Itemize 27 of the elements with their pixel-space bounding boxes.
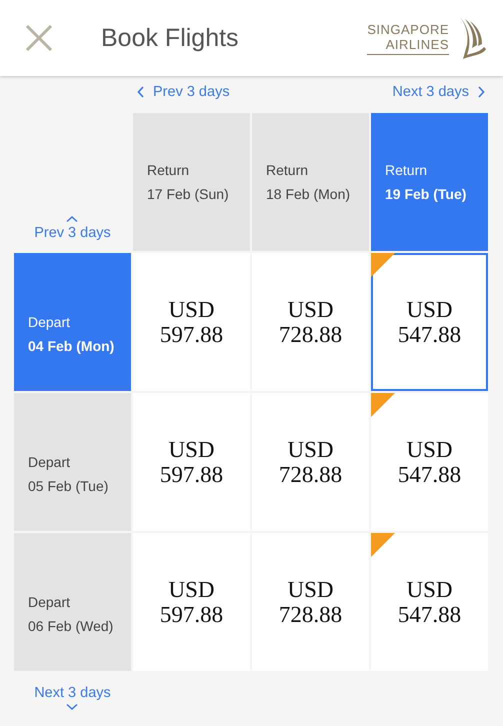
- fare-cell[interactable]: USD 728.88: [252, 533, 369, 671]
- fare-cell[interactable]: USD 728.88: [252, 253, 369, 391]
- next-depart-days-link[interactable]: Next 3 days: [34, 685, 111, 711]
- fare-cell[interactable]: USD 597.88: [133, 393, 250, 531]
- fare-cell[interactable]: USD 547.88: [371, 253, 488, 391]
- return-date-header[interactable]: Return 19 Feb (Tue): [371, 113, 488, 251]
- fare-cell[interactable]: USD 547.88: [371, 533, 488, 671]
- prev-depart-days-link[interactable]: Prev 3 days: [34, 215, 111, 241]
- page-title: Book Flights: [101, 24, 240, 52]
- return-date-header[interactable]: Return 17 Feb (Sun): [133, 113, 250, 251]
- chevron-up-icon: [66, 215, 78, 223]
- fare-cell[interactable]: USD 728.88: [252, 393, 369, 531]
- airline-logo-text: SINGAPORE AIRLINES: [367, 22, 449, 54]
- chevron-down-icon: [66, 703, 78, 711]
- close-button[interactable]: [25, 24, 53, 52]
- fare-cell[interactable]: USD 597.88: [133, 533, 250, 671]
- chevron-left-icon: [137, 86, 145, 98]
- fare-cell[interactable]: USD 597.88: [133, 253, 250, 391]
- depart-date-header[interactable]: Depart 06 Feb (Wed): [14, 533, 131, 671]
- depart-date-header[interactable]: Depart 04 Feb (Mon): [14, 253, 131, 391]
- return-date-header[interactable]: Return 18 Feb (Mon): [252, 113, 369, 251]
- fare-cell[interactable]: USD 547.88: [371, 393, 488, 531]
- depart-date-header[interactable]: Depart 05 Feb (Tue): [14, 393, 131, 531]
- chevron-right-icon: [477, 86, 485, 98]
- close-icon: [25, 24, 53, 52]
- prev-return-days-link[interactable]: Prev 3 days: [137, 82, 230, 102]
- next-return-days-link[interactable]: Next 3 days: [392, 82, 485, 102]
